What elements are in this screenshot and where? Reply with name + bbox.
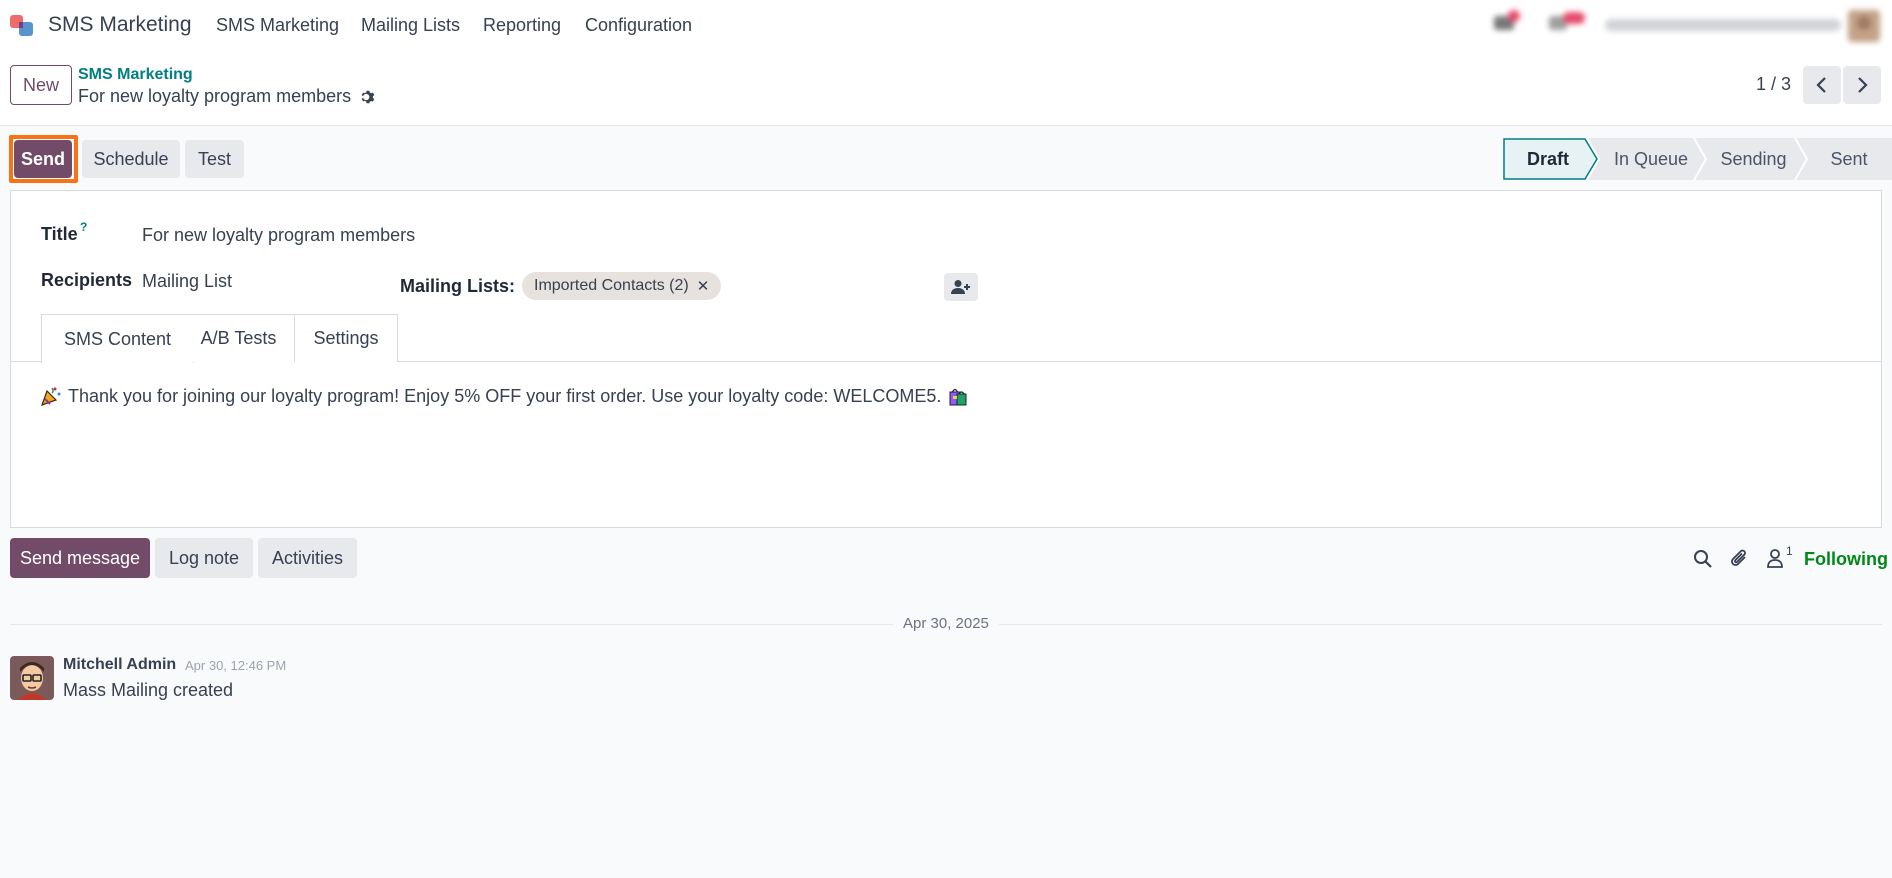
breadcrumb-parent-link[interactable]: SMS Marketing (78, 66, 193, 84)
title-field[interactable]: For new loyalty program members (142, 225, 415, 246)
recipients-label: Recipients (41, 270, 133, 290)
send-message-button[interactable]: Send message (10, 538, 150, 578)
tab-settings[interactable]: Settings (294, 314, 398, 362)
user-plus-icon (951, 280, 970, 294)
mailing-list-tag[interactable]: Imported Contacts (2) ✕ (522, 272, 722, 300)
breadcrumb-current-label: For new loyalty program members (78, 86, 352, 106)
menu-sms-marketing[interactable]: SMS Marketing (216, 15, 339, 36)
sms-body-text: Thank you for joining our loyalty progra… (68, 385, 942, 406)
message-timestamp: Apr 30, 12:46 PM (185, 658, 287, 673)
user-avatar[interactable] (1848, 10, 1880, 47)
message-body: Mass Mailing created (63, 680, 234, 700)
activity-icon[interactable] (1492, 10, 1522, 41)
menu-configuration[interactable]: Configuration (585, 15, 692, 36)
stage-in-queue[interactable]: In Queue (1601, 149, 1701, 170)
tag-remove-icon[interactable]: ✕ (697, 277, 710, 295)
mailing-lists-label: Mailing Lists: (400, 276, 516, 296)
mailing-list-tag-label: Imported Contacts (2) (534, 277, 689, 294)
author-avatar[interactable] (10, 656, 54, 700)
gear-icon[interactable] (359, 88, 377, 106)
tab-ab-tests[interactable]: A/B Tests (183, 314, 295, 362)
breadcrumb-current: For new loyalty program members (78, 86, 377, 107)
message-author[interactable]: Mitchell Admin (63, 656, 176, 674)
top-navbar: SMS Marketing SMS Marketing Mailing List… (0, 0, 1892, 52)
activities-button[interactable]: Activities (258, 538, 357, 578)
stage-sent[interactable]: Sent (1806, 149, 1892, 170)
form-tabs: SMS Content A/B Tests Settings (10, 314, 1882, 363)
party-popper-icon (41, 387, 61, 406)
menu-mailing-lists[interactable]: Mailing Lists (361, 15, 460, 36)
chevron-left-icon (1816, 77, 1826, 93)
control-panel: New SMS Marketing For new loyalty progra… (0, 52, 1892, 126)
title-help-tooltip[interactable]: ? (80, 220, 87, 234)
messages-icon[interactable] (1547, 10, 1587, 41)
add-contacts-button[interactable] (944, 273, 978, 301)
company-switcher[interactable] (1605, 16, 1845, 39)
avatar-image (10, 656, 54, 700)
shopping-bags-icon (949, 388, 967, 406)
sms-body-field[interactable]: Thank you for joining our loyalty progra… (40, 385, 969, 407)
title-label: Title (41, 224, 78, 244)
paperclip-icon[interactable] (1730, 548, 1750, 570)
search-icon[interactable] (1693, 549, 1713, 569)
send-button-highlight (9, 135, 78, 183)
sms-marketing-app-icon[interactable] (8, 12, 36, 40)
stage-draft[interactable]: Draft (1503, 149, 1593, 170)
pager-next-button[interactable] (1843, 66, 1881, 104)
log-note-button[interactable]: Log note (155, 538, 253, 578)
followers-count: 1 (1786, 544, 1793, 558)
menu-reporting[interactable]: Reporting (483, 15, 561, 36)
user-icon (1767, 549, 1783, 568)
stage-sending[interactable]: Sending (1706, 149, 1801, 170)
tab-settings-label: Settings (313, 328, 379, 348)
pager-value[interactable]: 1 / 3 (1756, 74, 1791, 95)
test-button[interactable]: Test (185, 140, 244, 178)
tab-sms-content[interactable]: SMS Content (41, 314, 194, 363)
new-button[interactable]: New (10, 65, 72, 105)
app-title[interactable]: SMS Marketing (48, 13, 192, 37)
recipients-field[interactable]: Mailing List (142, 271, 232, 292)
following-button[interactable]: Following (1804, 549, 1888, 570)
pager-previous-button[interactable] (1803, 66, 1841, 104)
date-separator: Apr 30, 2025 (893, 615, 999, 632)
chevron-right-icon (1858, 77, 1868, 93)
tab-ab-tests-label: A/B Tests (200, 328, 277, 348)
schedule-button[interactable]: Schedule (82, 140, 180, 178)
tab-sms-content-label: SMS Content (63, 328, 172, 349)
